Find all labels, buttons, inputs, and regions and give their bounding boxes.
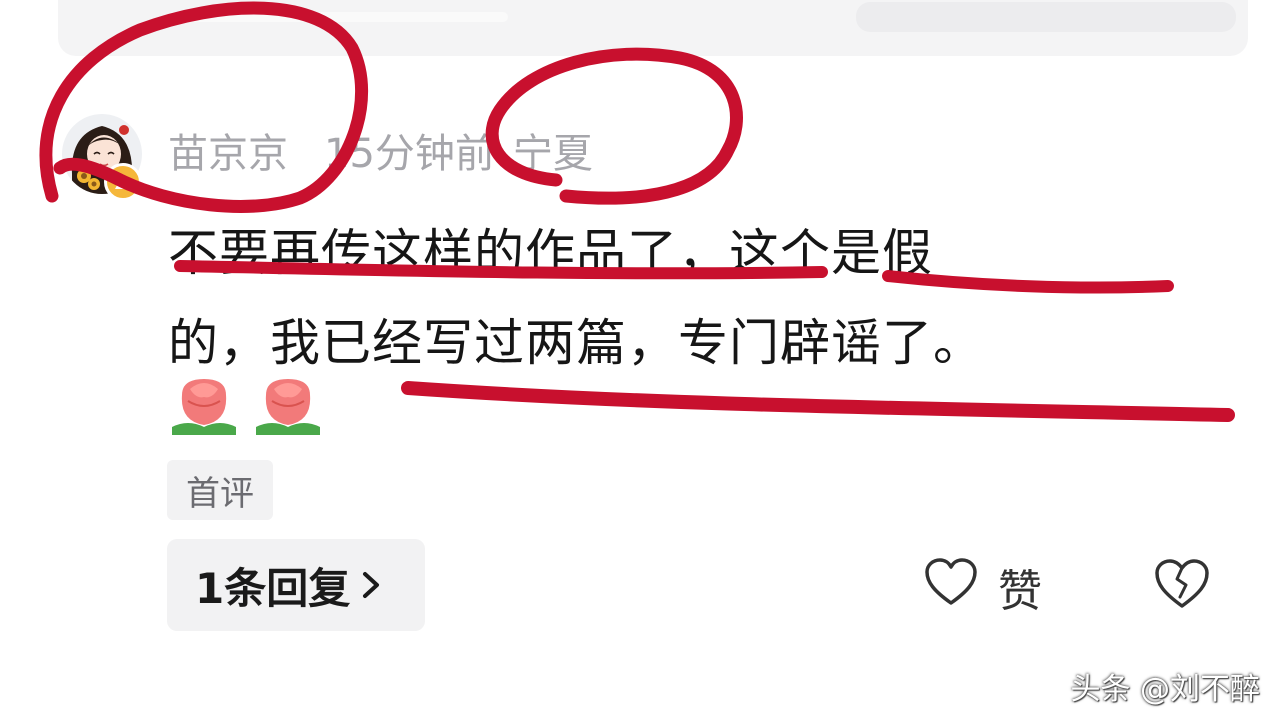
comment-time: 15分钟前 <box>324 131 495 177</box>
comment-meta: 苗京京 15分钟前 宁夏 <box>168 122 593 178</box>
previous-item-blurred <box>58 0 1248 56</box>
comment-line: 不要再传这样的作品了，这个是假 <box>168 224 933 282</box>
watermark: 头条 @刘不醉 <box>1070 672 1260 707</box>
view-replies-button[interactable]: 1条回复 <box>167 539 425 631</box>
heart-icon <box>924 557 978 618</box>
first-comment-tag: 首评 <box>167 460 273 520</box>
dislike-button[interactable] <box>1153 557 1213 617</box>
rose-emoji-icon <box>256 379 320 435</box>
rose-emoji-icon <box>172 379 236 435</box>
like-label: 赞 <box>998 566 1042 617</box>
annotation-underline-3 <box>401 381 1235 422</box>
reply-count-label: 1条回复 <box>195 563 351 613</box>
comment-screenshot: 苗京京 15分钟前 宁夏 不要再传这样的作品了，这个是假 的，我已经写过两篇，专… <box>0 0 1280 720</box>
emoji-row <box>168 375 324 437</box>
chevron-right-icon <box>360 570 382 600</box>
comment-location: 宁夏 <box>512 131 593 177</box>
level-badge-icon <box>104 163 142 201</box>
broken-heart-icon <box>1155 559 1209 608</box>
comment-text: 不要再传这样的作品了，这个是假 的，我已经写过两篇，专门辟谣了。 <box>168 208 1188 388</box>
like-button[interactable]: 赞 <box>924 555 1042 619</box>
author-name[interactable]: 苗京京 <box>168 121 288 179</box>
